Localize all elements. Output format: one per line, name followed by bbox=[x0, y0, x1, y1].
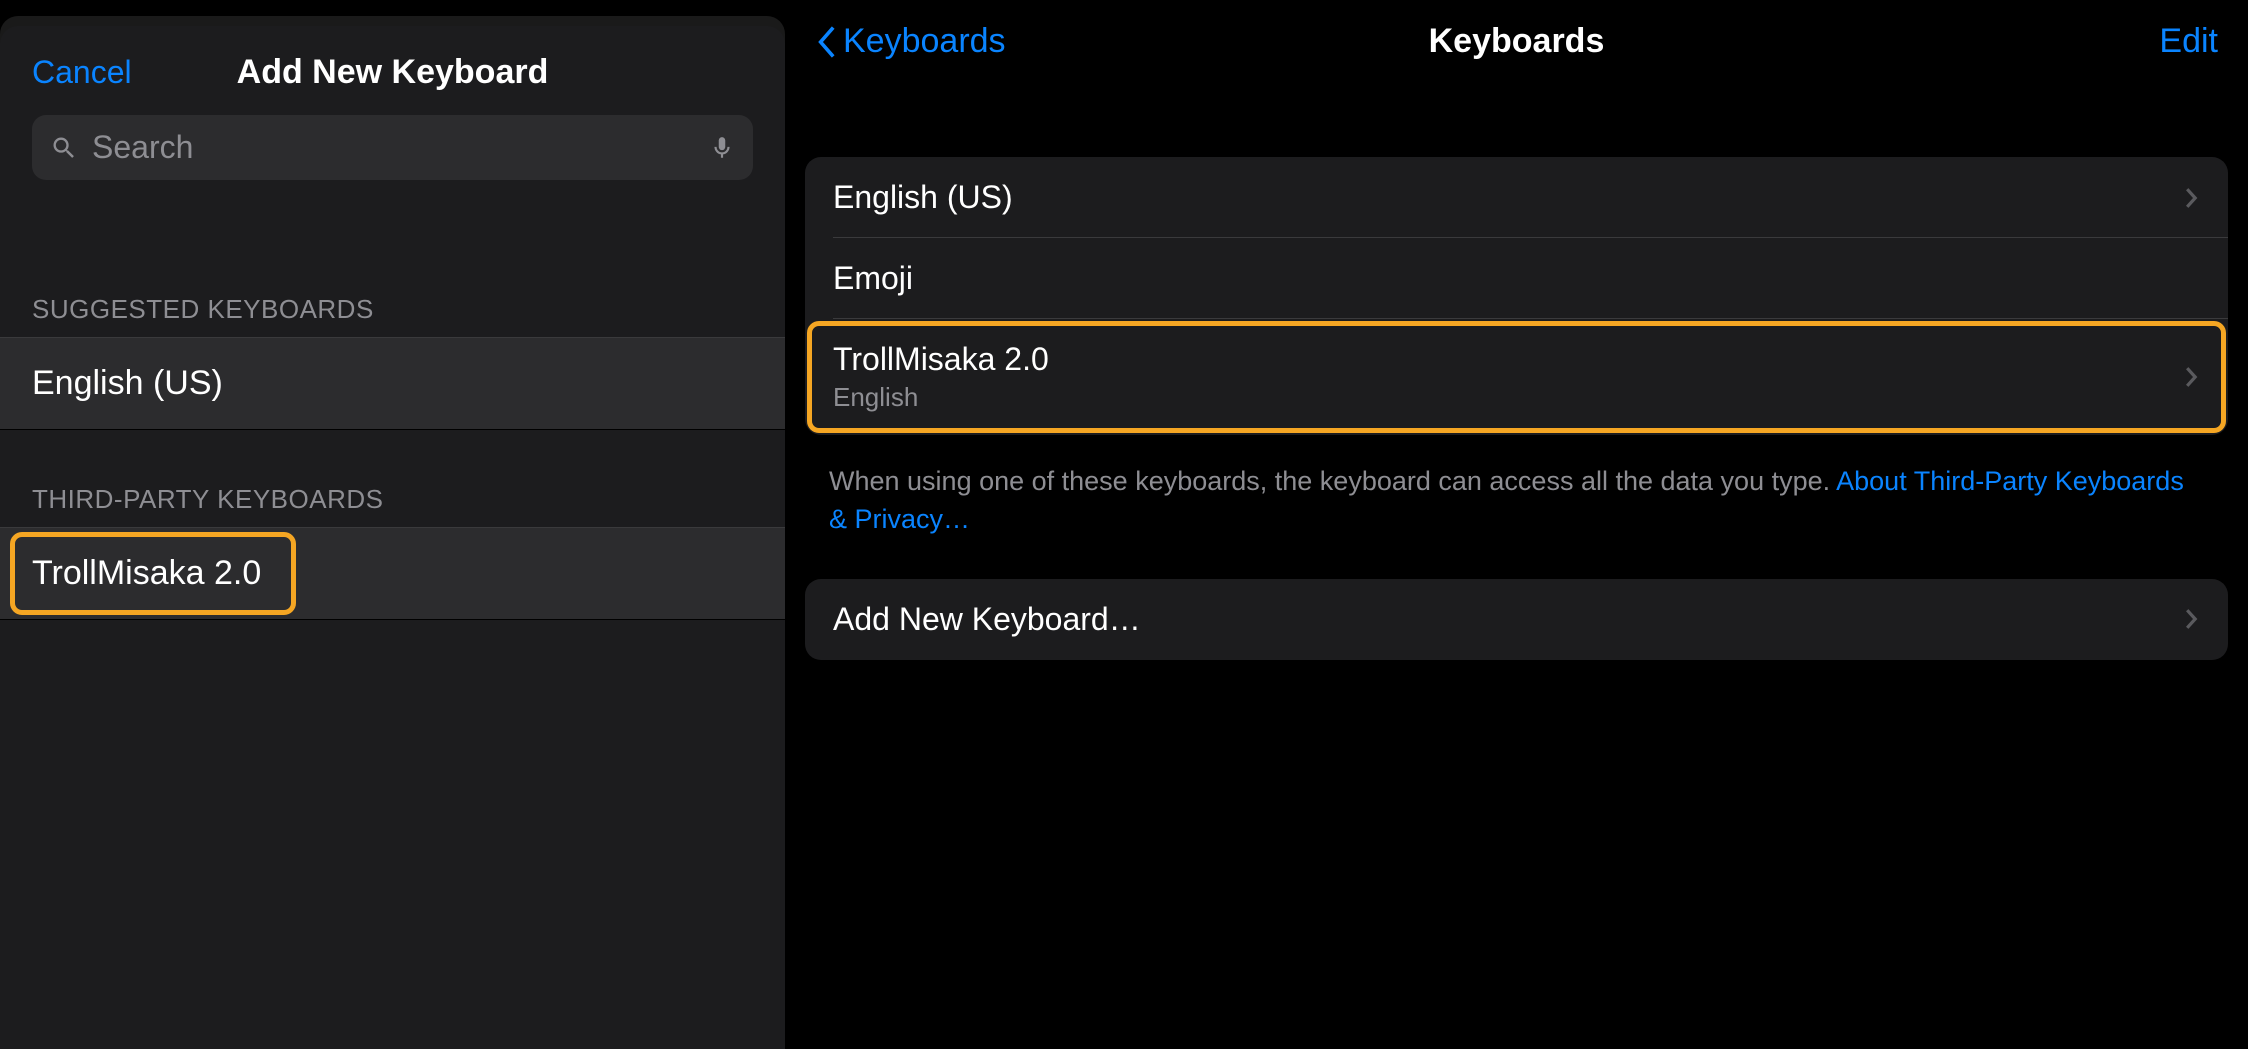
row-title: TrollMisaka 2.0 bbox=[833, 341, 2184, 378]
edit-button[interactable]: Edit bbox=[2159, 22, 2218, 61]
row-content: English (US) bbox=[833, 179, 2184, 216]
cancel-button[interactable]: Cancel bbox=[32, 54, 132, 91]
add-keyboard-group: Add New Keyboard… bbox=[805, 579, 2228, 660]
add-keyboard-modal: Cancel Add New Keyboard SUGGESTED KEYBOA… bbox=[0, 26, 785, 1049]
modal-title: Add New Keyboard bbox=[237, 53, 549, 92]
chevron-right-icon bbox=[2184, 606, 2200, 632]
add-keyboard-modal-pane: Cancel Add New Keyboard SUGGESTED KEYBOA… bbox=[0, 0, 785, 1049]
row-title: Emoji bbox=[833, 260, 2200, 297]
nav-title: Keyboards bbox=[1429, 22, 1605, 61]
row-title: English (US) bbox=[833, 179, 2184, 216]
privacy-footer: When using one of these keyboards, the k… bbox=[797, 453, 2236, 579]
microphone-icon[interactable] bbox=[709, 133, 735, 163]
row-label: English (US) bbox=[32, 364, 223, 402]
thirdparty-keyboard-row[interactable]: TrollMisaka 2.0 bbox=[0, 527, 785, 620]
keyboards-list-group: English (US) Emoji TrollMisaka 2.0 Engli… bbox=[805, 157, 2228, 435]
search-input[interactable] bbox=[92, 129, 695, 166]
row-subtitle: English bbox=[833, 382, 2184, 413]
row-content: Emoji bbox=[833, 260, 2200, 297]
row-label: TrollMisaka 2.0 bbox=[32, 554, 261, 592]
footer-text: When using one of these keyboards, the k… bbox=[829, 466, 1836, 496]
keyboard-row-trollmisaka[interactable]: TrollMisaka 2.0 English bbox=[805, 319, 2228, 435]
back-label: Keyboards bbox=[843, 22, 1006, 61]
row-title: Add New Keyboard… bbox=[833, 601, 2184, 638]
chevron-left-icon bbox=[815, 24, 837, 60]
keyboards-settings-pane: Keyboards Keyboards Edit English (US) Em… bbox=[785, 0, 2248, 1049]
row-content: Add New Keyboard… bbox=[833, 601, 2184, 638]
chevron-right-icon bbox=[2184, 364, 2200, 390]
suggested-keyboard-row[interactable]: English (US) bbox=[0, 337, 785, 430]
section-header-suggested: SUGGESTED KEYBOARDS bbox=[0, 266, 785, 337]
keyboard-row-english[interactable]: English (US) bbox=[805, 157, 2228, 238]
search-icon bbox=[50, 134, 78, 162]
modal-header: Cancel Add New Keyboard bbox=[0, 26, 785, 115]
add-new-keyboard-row[interactable]: Add New Keyboard… bbox=[805, 579, 2228, 660]
nav-bar: Keyboards Keyboards Edit bbox=[797, 0, 2236, 101]
section-header-thirdparty: THIRD-PARTY KEYBOARDS bbox=[0, 456, 785, 527]
row-content: TrollMisaka 2.0 English bbox=[833, 341, 2184, 413]
back-button[interactable]: Keyboards bbox=[815, 22, 1006, 61]
search-bar[interactable] bbox=[32, 115, 753, 180]
chevron-right-icon bbox=[2184, 185, 2200, 211]
keyboard-row-emoji[interactable]: Emoji bbox=[805, 238, 2228, 319]
